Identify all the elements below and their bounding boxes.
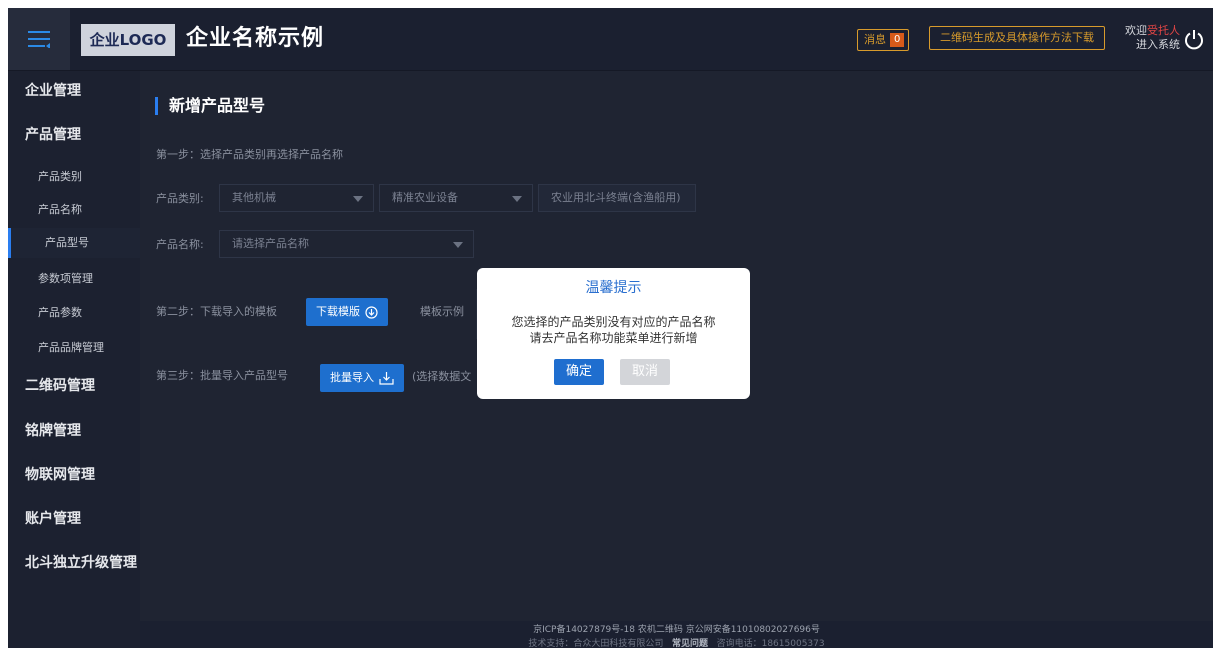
menu-toggle[interactable] (8, 8, 70, 70)
category-select-1[interactable]: 其他机械 (219, 184, 374, 212)
step2-text: 第二步：下载导入的模板 (156, 305, 277, 318)
download-template-label: 下载模版 (316, 305, 360, 318)
sidebar-item-qrcode[interactable]: 二维码管理 (8, 376, 140, 396)
footer: 京ICP备14027879号-18 农机二维码 京公网安备11010802027… (140, 621, 1213, 648)
category-select-1-value: 其他机械 (232, 191, 276, 204)
import-hint-text: (选择数据文 (412, 370, 472, 383)
sidebar-item-product[interactable]: 产品管理 (8, 125, 140, 145)
welcome-block: 欢迎受托人 进入系统 (1110, 24, 1180, 52)
product-name-placeholder: 请选择产品名称 (232, 237, 309, 250)
page-title: 新增产品型号 (155, 97, 265, 115)
sidebar-item-nameplate[interactable]: 铭牌管理 (8, 421, 140, 441)
dialog-message: 您选择的产品类别没有对应的产品名称 请去产品名称功能菜单进行新增 (477, 314, 750, 346)
template-sample-label: 模板示例 (420, 305, 464, 318)
category-select-3[interactable]: 农业用北斗终端(含渔船用) (538, 184, 696, 212)
messages-label: 消息 (864, 33, 886, 46)
power-icon[interactable] (1183, 28, 1205, 50)
sidebar-subitem-param-items[interactable]: 参数项管理 (8, 271, 140, 287)
messages-count-badge: 0 (890, 33, 905, 47)
footer-phone-text: 咨询电话：18615005373 (716, 639, 825, 648)
company-logo: 企业LOGO (81, 24, 175, 56)
download-circle-icon (365, 305, 378, 319)
dialog-message-line-2: 请去产品名称功能菜单进行新增 (529, 331, 698, 345)
step3-text: 第三步：批量导入产品型号 (156, 369, 288, 382)
messages-button[interactable]: 消息 0 (857, 29, 910, 51)
menu-icon (28, 31, 50, 48)
product-name-select[interactable]: 请选择产品名称 (219, 230, 474, 258)
dialog-confirm-button[interactable]: 确定 (554, 359, 604, 385)
sidebar-item-beidou-upgrade[interactable]: 北斗独立升级管理 (8, 553, 140, 573)
category-select-2-value: 精准农业设备 (392, 191, 458, 204)
chevron-down-icon (353, 196, 363, 202)
sidebar-subitem-product-name[interactable]: 产品名称 (8, 202, 140, 218)
sidebar-item-enterprise[interactable]: 企业管理 (8, 81, 140, 101)
category-select-2[interactable]: 精准农业设备 (379, 184, 533, 212)
dialog-title: 温馨提示 (585, 280, 642, 296)
sidebar-subitem-product-category[interactable]: 产品类别 (8, 169, 140, 185)
dialog-cancel-button[interactable]: 取消 (620, 359, 670, 385)
sidebar: 企业管理 产品管理 产品类别 产品名称 产品型号 参数项管理 产品参数 产品品牌… (8, 71, 140, 648)
enter-system-link[interactable]: 进入系统 (1110, 38, 1180, 52)
footer-faq-link[interactable]: 常见问题 (672, 639, 708, 648)
sidebar-item-account[interactable]: 账户管理 (8, 509, 140, 529)
qr-help-download-button[interactable]: 二维码生成及具体操作方法下载 (929, 26, 1105, 50)
company-name: 企业名称示例 (186, 26, 325, 51)
sidebar-item-iot[interactable]: 物联网管理 (8, 465, 140, 485)
product-name-label: 产品名称: (156, 238, 204, 251)
welcome-user: 受托人 (1147, 24, 1180, 37)
batch-import-label: 批量导入 (330, 371, 374, 384)
chevron-down-icon (453, 242, 463, 248)
chevron-down-icon (512, 196, 522, 202)
top-header: 企业LOGO 企业名称示例 消息 0 二维码生成及具体操作方法下载 欢迎受托人 … (8, 8, 1213, 71)
footer-icp-line: 京ICP备14027879号-18 农机二维码 京公网安备11010802027… (533, 625, 820, 635)
alert-dialog: 温馨提示 您选择的产品类别没有对应的产品名称 请去产品名称功能菜单进行新增 确定… (477, 268, 750, 399)
upload-tray-icon (379, 372, 394, 385)
download-template-button[interactable]: 下载模版 (306, 298, 388, 326)
sidebar-subitem-product-brand[interactable]: 产品品牌管理 (8, 340, 140, 356)
dialog-message-line-1: 您选择的产品类别没有对应的产品名称 (511, 315, 716, 329)
category-select-3-value: 农业用北斗终端(含渔船用) (551, 191, 681, 204)
welcome-prefix: 欢迎 (1125, 24, 1147, 37)
sidebar-subitem-product-params[interactable]: 产品参数 (8, 305, 140, 321)
app-frame: 企业LOGO 企业名称示例 消息 0 二维码生成及具体操作方法下载 欢迎受托人 … (8, 8, 1213, 648)
step1-text: 第一步：选择产品类别再选择产品名称 (156, 148, 343, 161)
category-label: 产品类别: (156, 192, 204, 205)
footer-support-text: 技术支持：合众大田科技有限公司 (528, 639, 664, 648)
footer-support-line: 技术支持：合众大田科技有限公司 常见问题 咨询电话：18615005373 (140, 638, 1213, 648)
batch-import-button[interactable]: 批量导入 (320, 364, 404, 392)
sidebar-subitem-product-model[interactable]: 产品型号 (8, 228, 140, 258)
